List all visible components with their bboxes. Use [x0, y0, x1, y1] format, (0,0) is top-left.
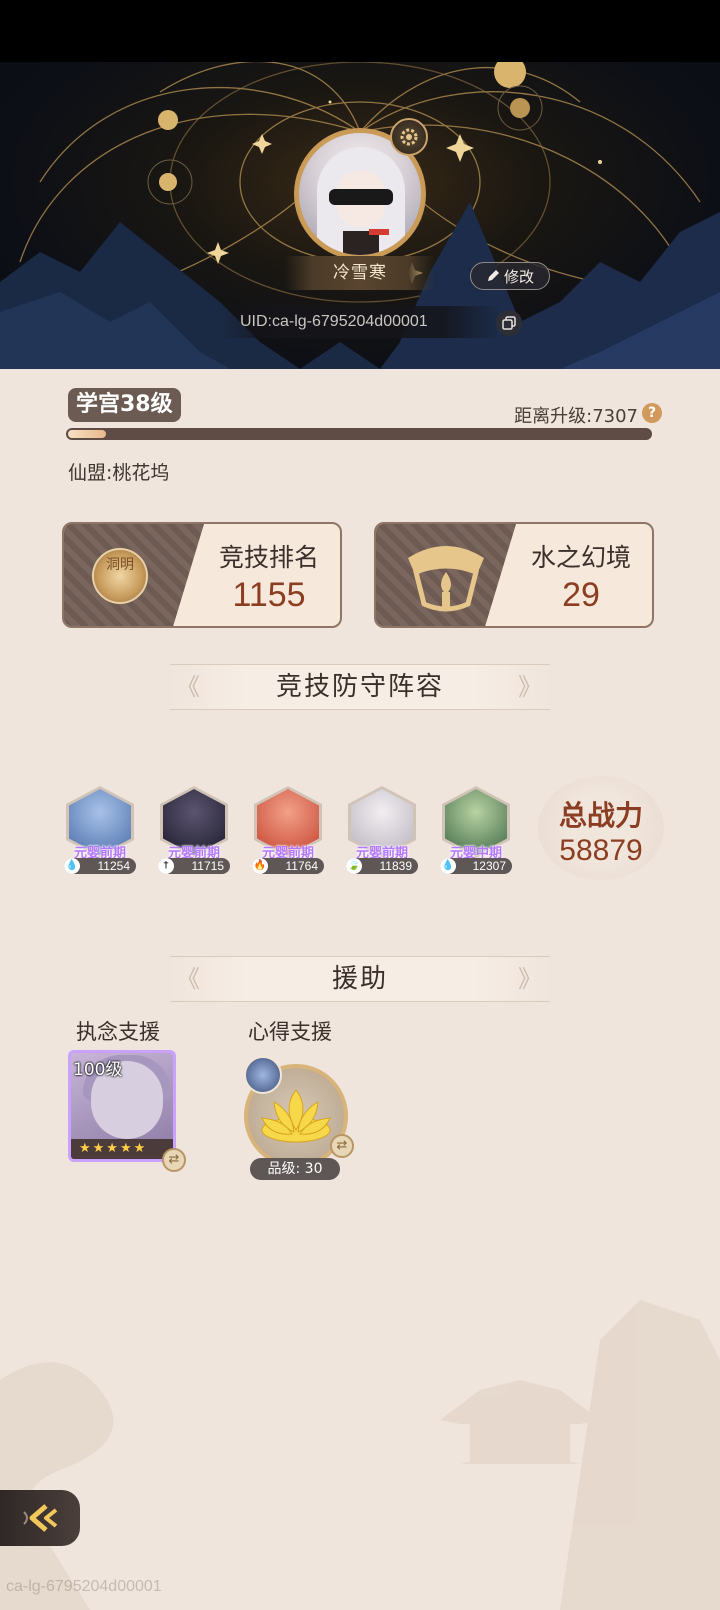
left-chevron-icon: 《 [176, 673, 202, 701]
arena-rank-value: 1155 [232, 576, 306, 614]
exp-progress-fill [68, 430, 106, 438]
right-chevron-icon: 》 [518, 673, 544, 701]
pencil-icon [487, 270, 499, 281]
right-chevron-icon: 》 [518, 965, 544, 993]
water-realm-emblem [408, 546, 484, 612]
gear-icon [400, 128, 418, 146]
academy-level: 学宫38级 [68, 388, 181, 422]
defense-team-title: 竞技防守阵容 [275, 672, 444, 702]
edit-name-button[interactable]: 修改 [470, 262, 550, 290]
insight-hero-avatar [244, 1056, 282, 1094]
swap-icon[interactable]: ⇄ [162, 1148, 186, 1172]
status-bar [0, 0, 720, 62]
sword-icon: † [158, 858, 174, 874]
edit-label: 修改 [503, 267, 534, 286]
defense-hero-4[interactable]: 元婴前期 11839 🍃 [342, 786, 422, 876]
water-drop-icon: 💧 [440, 858, 456, 874]
medal-text: 洞明 [106, 557, 134, 573]
support-title: 援助 [331, 964, 388, 994]
copy-icon [502, 316, 516, 330]
uid-text: UID:ca-lg-6795204d00001 [220, 306, 500, 338]
exp-progress-bar [66, 428, 652, 440]
arena-rank-card[interactable]: 洞明 竞技排名 1155 [62, 522, 342, 628]
uid-watermark: ca-lg-6795204d00001 [6, 1578, 162, 1595]
player-name: 冷雪寒 [285, 256, 435, 290]
total-power-value: 58879 [559, 834, 643, 867]
support-card-level: 100级 [73, 1060, 123, 1080]
defense-hero-5[interactable]: 元婴中期 12307 💧 [436, 786, 516, 876]
left-chevron-icon: 《 [176, 965, 202, 993]
leaf-icon: 🍃 [346, 858, 362, 874]
lotus-grade: 品级: 30 [250, 1158, 340, 1180]
water-drop-icon: 💧 [64, 858, 80, 874]
help-icon[interactable]: ? [642, 403, 662, 423]
water-realm-title: 水之幻境 [530, 543, 631, 572]
copy-uid-button[interactable] [496, 310, 522, 336]
defense-hero-2[interactable]: 元婴前期 11715 † [154, 786, 234, 876]
total-power: 总战力 58879 [538, 776, 664, 880]
flame-icon: 🔥 [252, 858, 268, 874]
swap-icon[interactable]: ⇄ [330, 1134, 354, 1158]
avatar-settings-button[interactable] [390, 118, 428, 156]
medal-icon: 洞明 [92, 548, 148, 604]
exp-to-next-level: 距离升级:7307 [514, 406, 638, 427]
landscape-decoration [0, 1300, 720, 1610]
star-rating: ★★★★★ [71, 1139, 173, 1159]
total-power-label: 总战力 [558, 799, 643, 832]
insight-support-label: 心得支援 [248, 1020, 332, 1044]
water-realm-card[interactable]: 水之幻境 29 [374, 522, 654, 628]
arena-rank-title: 竞技排名 [218, 543, 319, 572]
support-header: 援助 《 》 [170, 956, 550, 1002]
obsession-support-card[interactable]: 100级 ★★★★★ [68, 1050, 176, 1162]
back-arrow-icon [23, 1504, 58, 1532]
guild-name: 仙盟:桃花坞 [68, 462, 170, 484]
back-button[interactable] [0, 1490, 80, 1546]
defense-team-header: 竞技防守阵容 《 》 [170, 664, 550, 710]
obsession-support-label: 执念支援 [76, 1020, 160, 1044]
defense-hero-1[interactable]: 元婴前期 11254 💧 [60, 786, 140, 876]
water-realm-value: 29 [562, 576, 600, 614]
defense-hero-3[interactable]: 元婴前期 11764 🔥 [248, 786, 328, 876]
